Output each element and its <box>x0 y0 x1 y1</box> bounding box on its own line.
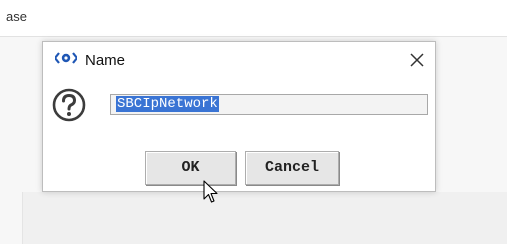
name-dialog: Name SBCIpNetwork OK Cancel <box>42 41 436 192</box>
mouse-pointer-icon <box>203 180 218 203</box>
question-icon <box>52 88 86 122</box>
background-panel <box>22 192 507 244</box>
background-divider <box>0 36 507 37</box>
selected-text: SBCIpNetwork <box>116 96 219 112</box>
ok-button[interactable]: OK <box>145 151 236 185</box>
background-window-header: ase <box>0 0 507 36</box>
background-label: ase <box>6 9 27 24</box>
cancel-button[interactable]: Cancel <box>245 151 339 185</box>
name-input[interactable]: SBCIpNetwork <box>110 94 428 115</box>
dialog-title: Name <box>85 52 126 69</box>
close-icon[interactable] <box>409 52 425 68</box>
app-logo-icon <box>55 52 77 64</box>
